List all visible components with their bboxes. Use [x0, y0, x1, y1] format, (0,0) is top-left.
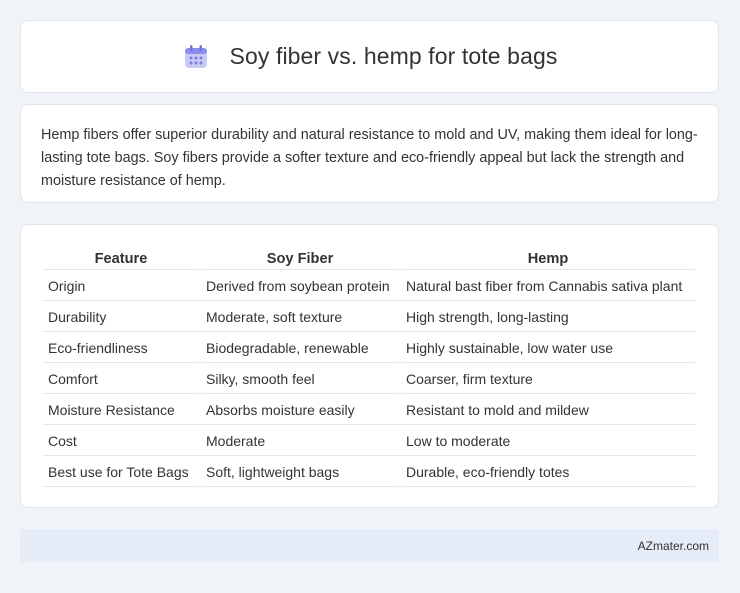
table-cell-feature: Comfort	[43, 365, 199, 394]
table-cell-feature: Origin	[43, 272, 199, 301]
summary-card: Hemp fibers offer superior durability an…	[20, 104, 719, 203]
table-row: Durability Moderate, soft texture High s…	[43, 303, 695, 332]
column-header-soy-fiber: Soy Fiber	[201, 249, 399, 270]
table-row: Origin Derived from soybean protein Natu…	[43, 272, 695, 301]
table-cell-soy-fiber: Biodegradable, renewable	[201, 334, 399, 363]
page-title: Soy fiber vs. hemp for tote bags	[229, 43, 558, 69]
table-cell-hemp: Highly sustainable, low water use	[401, 334, 695, 363]
table-cell-hemp: Natural bast fiber from Cannabis sativa …	[401, 272, 695, 301]
table-cell-hemp: Resistant to mold and mildew	[401, 396, 695, 425]
table-cell-feature: Durability	[43, 303, 199, 332]
column-header-hemp: Hemp	[401, 249, 695, 270]
calendar-icon	[182, 43, 210, 71]
table-cell-hemp: Durable, eco-friendly totes	[401, 458, 695, 487]
table-cell-hemp: Low to moderate	[401, 427, 695, 456]
column-header-feature: Feature	[43, 249, 199, 270]
title-card: Soy fiber vs. hemp for tote bags	[20, 20, 719, 93]
comparison-table: Feature Soy Fiber Hemp Origin Derived fr…	[41, 247, 697, 489]
comparison-card: Feature Soy Fiber Hemp Origin Derived fr…	[20, 224, 719, 508]
table-cell-soy-fiber: Absorbs moisture easily	[201, 396, 399, 425]
table-cell-hemp: Coarser, firm texture	[401, 365, 695, 394]
table-cell-soy-fiber: Soft, lightweight bags	[201, 458, 399, 487]
table-row: Best use for Tote Bags Soft, lightweight…	[43, 458, 695, 487]
footer: AZmater.com	[20, 529, 719, 562]
table-cell-feature: Eco-friendliness	[43, 334, 199, 363]
table-cell-feature: Moisture Resistance	[43, 396, 199, 425]
table-row: Eco-friendliness Biodegradable, renewabl…	[43, 334, 695, 363]
summary-text: Hemp fibers offer superior durability an…	[41, 127, 698, 189]
table-cell-hemp: High strength, long-lasting	[401, 303, 695, 332]
table-cell-feature: Best use for Tote Bags	[43, 458, 199, 487]
table-header-row: Feature Soy Fiber Hemp	[43, 249, 695, 270]
table-cell-soy-fiber: Moderate, soft texture	[201, 303, 399, 332]
table-cell-soy-fiber: Derived from soybean protein	[201, 272, 399, 301]
table-cell-soy-fiber: Silky, smooth feel	[201, 365, 399, 394]
table-row: Cost Moderate Low to moderate	[43, 427, 695, 456]
table-row: Moisture Resistance Absorbs moisture eas…	[43, 396, 695, 425]
table-row: Comfort Silky, smooth feel Coarser, firm…	[43, 365, 695, 394]
table-cell-soy-fiber: Moderate	[201, 427, 399, 456]
footer-brand: AZmater.com	[637, 538, 709, 553]
table-cell-feature: Cost	[43, 427, 199, 456]
